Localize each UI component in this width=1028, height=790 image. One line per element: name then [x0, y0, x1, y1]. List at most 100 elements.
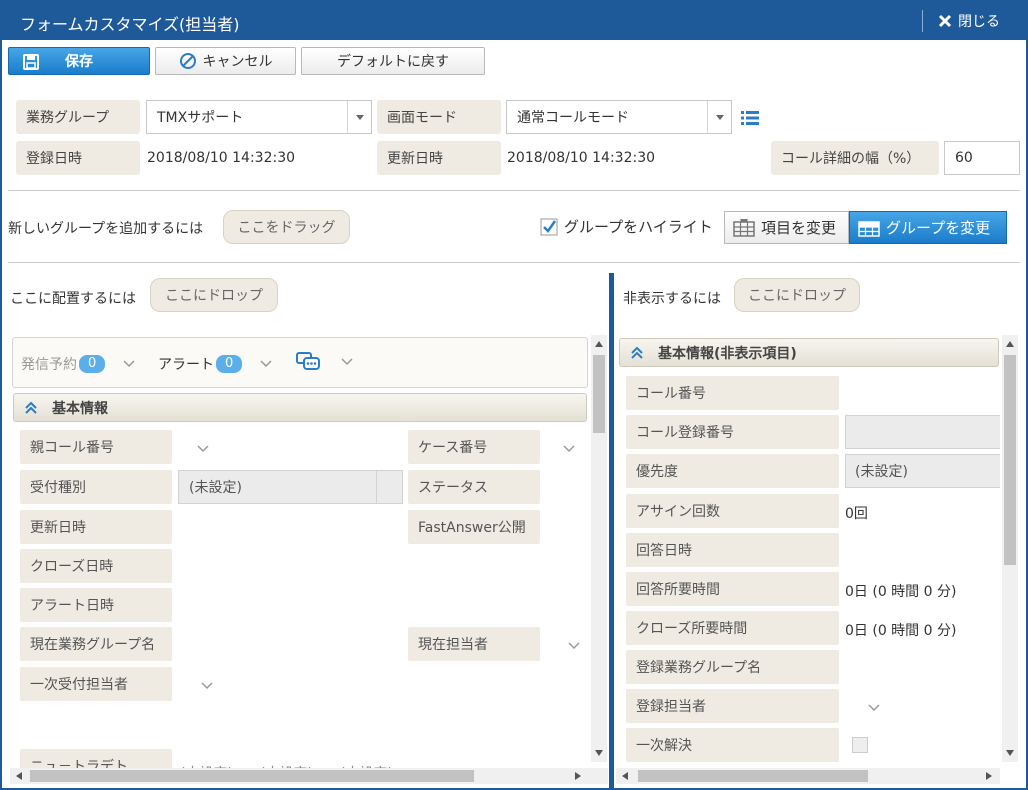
tab-alert[interactable]: アラート 0	[158, 354, 272, 374]
screen-mode-dropdown-arrow	[707, 101, 731, 133]
chevron-down-icon	[260, 360, 272, 368]
close-duration-value: 0日 (0 時間 0 分)	[845, 623, 957, 639]
scroll-left-icon[interactable]	[16, 772, 22, 780]
tab-schedule[interactable]: 発信予約 0	[21, 354, 135, 374]
call-registration-number-input[interactable]	[845, 415, 1000, 449]
checkbox-checked-icon	[540, 218, 558, 235]
priority-select[interactable]: (未設定)	[845, 454, 1000, 488]
scroll-down-icon[interactable]	[595, 750, 603, 756]
basic-info-section-header[interactable]: 基本情報	[13, 393, 587, 422]
scroll-right-icon[interactable]	[575, 772, 581, 780]
scroll-up-icon[interactable]	[595, 341, 603, 347]
tab-schedule-count: 0	[79, 355, 106, 373]
field-first-receiver[interactable]: 一次受付担当者	[20, 667, 172, 701]
business-group-select[interactable]: TMXサポート	[146, 100, 372, 134]
right-drop-here-button[interactable]: ここにドロップ	[734, 278, 860, 312]
field-call-number[interactable]: コール番号	[626, 376, 839, 410]
save-label: 保存	[65, 54, 93, 70]
highlight-group-checkbox[interactable]: グループをハイライト	[540, 216, 713, 237]
default-button[interactable]: デフォルトに戻す	[301, 47, 485, 75]
registered-date-label: 登録日時	[16, 141, 140, 175]
close-icon	[938, 14, 952, 28]
right-hscroll-thumb[interactable]	[638, 770, 868, 782]
hide-here-text: 非表示するには	[623, 291, 721, 307]
drag-here-button[interactable]: ここをドラッグ	[223, 210, 350, 244]
right-vertical-scrollbar[interactable]	[1002, 335, 1018, 762]
first-resolution-checkbox[interactable]	[852, 737, 868, 753]
change-group-button[interactable]: グループを変更	[849, 211, 1007, 244]
right-form-panel: 基本情報(非表示項目) コール番号 コール登録番号 優先度 (未設定) アサイン…	[616, 335, 1000, 765]
left-vertical-scrollbar[interactable]	[591, 335, 607, 762]
scroll-right-icon[interactable]	[986, 772, 992, 780]
width-percent-input[interactable]: 60	[944, 141, 1020, 175]
field-answer-duration[interactable]: 回答所要時間	[626, 572, 839, 606]
chevron-down-icon[interactable]	[196, 444, 210, 454]
field-case-number[interactable]: ケース番号	[408, 430, 540, 464]
receive-type-value: (未設定)	[189, 480, 242, 496]
field-parent-call-number[interactable]: 親コール番号	[20, 430, 172, 464]
form-customize-window: フォームカスタマイズ(担当者) 閉じる 保存 キャンセル デフォルトに戻す 業務…	[0, 0, 1028, 790]
left-horizontal-scrollbar[interactable]	[10, 768, 608, 784]
chat-icon	[296, 352, 320, 370]
left-vscroll-thumb[interactable]	[593, 355, 605, 433]
save-button[interactable]: 保存	[8, 47, 150, 75]
updated-date-value: 2018/08/10 14:32:30	[507, 150, 656, 166]
list-menu-icon[interactable]	[741, 111, 759, 125]
receive-type-select[interactable]: (未設定)	[178, 470, 403, 504]
field-close-date[interactable]: クローズ日時	[20, 549, 172, 583]
tab-schedule-label: 発信予約	[21, 357, 77, 373]
save-icon	[23, 54, 39, 70]
window-title: フォームカスタマイズ(担当者)	[20, 15, 240, 34]
field-answer-date[interactable]: 回答日時	[626, 533, 839, 567]
cancel-button[interactable]: キャンセル	[155, 47, 296, 75]
field-first-resolution[interactable]: 一次解決	[626, 728, 839, 762]
chevron-down-icon[interactable]	[567, 641, 581, 651]
chevron-down-icon[interactable]	[200, 681, 214, 691]
panel-splitter[interactable]	[609, 273, 614, 788]
divider	[8, 190, 1020, 191]
close-button[interactable]: 閉じる	[932, 6, 1006, 36]
change-item-label: 項目を変更	[761, 219, 837, 237]
chevron-down-icon	[715, 114, 724, 120]
field-priority[interactable]: 優先度	[626, 454, 839, 488]
scroll-down-icon[interactable]	[1006, 750, 1014, 756]
field-receive-type[interactable]: 受付種別	[20, 470, 172, 504]
chevron-down-icon[interactable]	[562, 444, 576, 454]
change-item-button[interactable]: 項目を変更	[724, 211, 849, 244]
field-fastanswer-public[interactable]: FastAnswer公開	[408, 510, 540, 544]
field-close-duration[interactable]: クローズ所要時間	[626, 611, 839, 645]
updated-date-label: 更新日時	[377, 141, 501, 175]
place-here-text: ここに配置するには	[10, 291, 136, 307]
field-status[interactable]: ステータス	[408, 470, 540, 504]
right-vscroll-thumb[interactable]	[1004, 355, 1016, 565]
field-current-assignee[interactable]: 現在担当者	[408, 627, 540, 661]
field-updated-date[interactable]: 更新日時	[20, 510, 172, 544]
field-registered-business-group[interactable]: 登録業務グループ名	[626, 650, 839, 684]
scroll-up-icon[interactable]	[1006, 341, 1014, 347]
field-registered-assignee[interactable]: 登録担当者	[626, 689, 839, 723]
chevron-down-icon	[123, 360, 135, 368]
width-percent-value: 60	[955, 150, 973, 166]
field-call-registration-number[interactable]: コール登録番号	[626, 415, 839, 449]
answer-duration-value: 0日 (0 時間 0 分)	[845, 584, 957, 600]
basic-info-title: 基本情報	[52, 400, 108, 417]
left-drop-here-button[interactable]: ここにドロップ	[150, 278, 278, 312]
tab-chat[interactable]	[295, 351, 353, 373]
field-alert-date[interactable]: アラート日時	[20, 588, 172, 622]
chevron-down-icon[interactable]	[867, 703, 881, 713]
right-horizontal-scrollbar[interactable]	[616, 768, 1000, 784]
field-current-business-group[interactable]: 現在業務グループ名	[20, 627, 172, 661]
field-assign-count[interactable]: アサイン回数	[626, 494, 839, 528]
business-group-label: 業務グループ	[16, 100, 140, 134]
scroll-left-icon[interactable]	[622, 772, 628, 780]
screen-mode-select[interactable]: 通常コールモード	[506, 100, 732, 134]
tab-strip: 発信予約 0 アラート 0	[12, 337, 588, 388]
hidden-items-section-header[interactable]: 基本情報(非表示項目)	[619, 338, 999, 367]
title-bar: フォームカスタマイズ(担当者) 閉じる	[2, 2, 1026, 40]
group-grid-icon	[858, 220, 880, 237]
left-hscroll-thumb[interactable]	[30, 770, 474, 782]
change-group-label: グループを変更	[886, 219, 991, 237]
priority-value: (未設定)	[855, 464, 908, 480]
highlight-group-label: グループをハイライト	[564, 218, 713, 236]
item-grid-icon	[733, 218, 755, 237]
